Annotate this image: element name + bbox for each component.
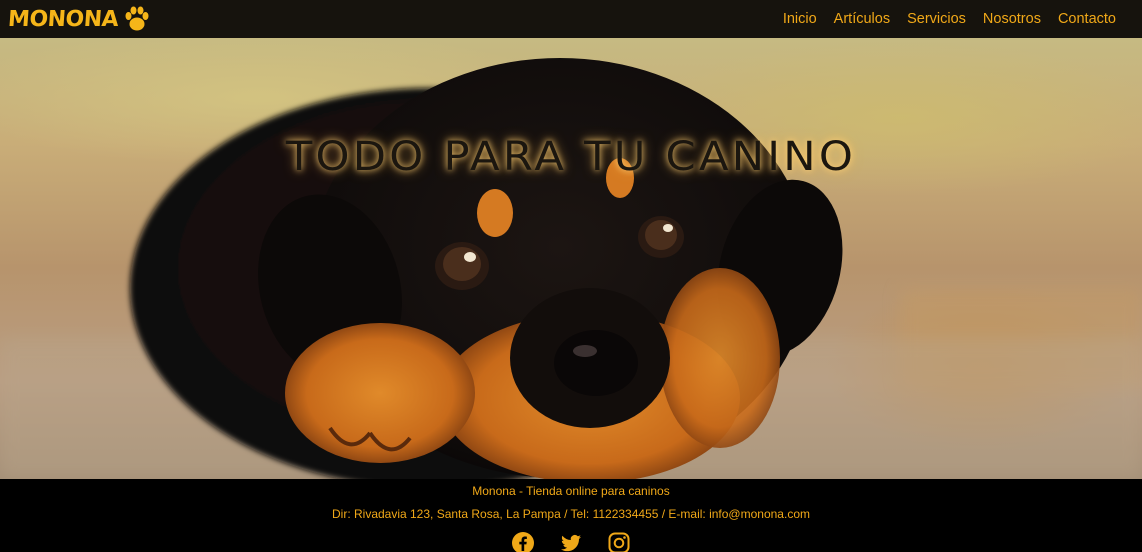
nav-link-inicio[interactable]: Inicio [783, 11, 817, 27]
paw-icon [125, 6, 149, 31]
brand-name: MONONA [7, 6, 120, 32]
hero-title: TODO PARA TU CANINO [285, 134, 857, 180]
brand-logo[interactable]: MONONA [7, 4, 152, 34]
navbar: MONONA Inicio Artículos Servicios Nosotr… [0, 0, 1142, 38]
instagram-icon[interactable] [607, 531, 631, 552]
footer-brand-line: Monona - Tienda online para caninos [472, 484, 670, 498]
nav-link-nosotros[interactable]: Nosotros [983, 11, 1041, 27]
site-footer: Monona - Tienda online para caninos Dir:… [0, 479, 1142, 552]
twitter-icon[interactable] [559, 531, 583, 552]
footer-address-line: Dir: Rivadavia 123, Santa Rosa, La Pampa… [331, 507, 810, 521]
facebook-icon[interactable] [511, 531, 535, 552]
nav-link-contacto[interactable]: Contacto [1058, 11, 1116, 27]
main-nav: Inicio Artículos Servicios Nosotros Cont… [783, 11, 1116, 27]
nav-link-servicios[interactable]: Servicios [907, 11, 966, 27]
social-links [0, 531, 1142, 552]
hero-banner: TODO PARA TU CANINO [0, 38, 1142, 479]
nav-link-articulos[interactable]: Artículos [834, 11, 890, 27]
hero-puppy-image [0, 58, 1142, 479]
